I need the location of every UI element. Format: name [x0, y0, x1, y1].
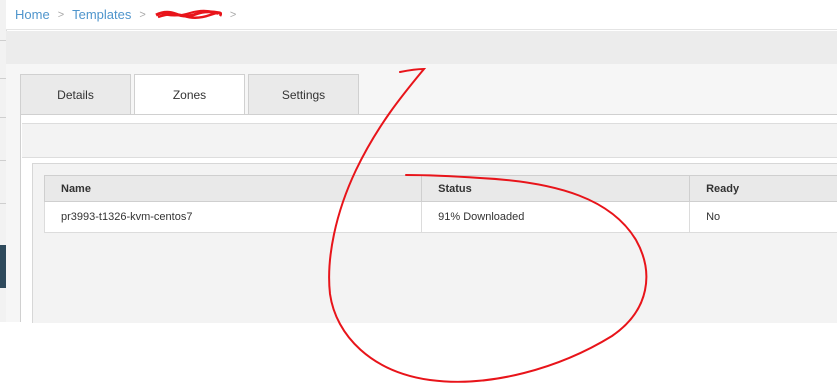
table-header-row: Name Status Ready	[43, 175, 837, 202]
table-row[interactable]: pr3993-t1326-kvm-centos7 91% Downloaded …	[43, 201, 837, 233]
breadcrumb-separator: >	[57, 8, 65, 21]
cell-zone-name: pr3993-t1326-kvm-centos7	[43, 201, 423, 233]
toolbar	[6, 31, 837, 65]
zones-table: Name Status Ready pr3993-t1326-kvm-cento…	[43, 175, 837, 233]
breadcrumb-current-redacted	[154, 7, 222, 23]
tab-panel-zones: Name Status Ready pr3993-t1326-kvm-cento…	[20, 114, 837, 323]
breadcrumb-templates[interactable]: Templates	[72, 7, 131, 22]
page: Home > Templates > > Details Zones Setti…	[0, 0, 837, 385]
cell-status: 91% Downloaded	[421, 201, 691, 233]
breadcrumb: Home > Templates > >	[6, 0, 837, 30]
redaction-scribble	[155, 10, 222, 20]
breadcrumb-separator: >	[229, 8, 237, 21]
tab-details[interactable]: Details	[20, 74, 131, 114]
tab-bar: Details Zones Settings	[20, 74, 362, 115]
cell-ready: No	[689, 201, 837, 233]
column-header-ready[interactable]: Ready	[689, 175, 837, 202]
tab-zones[interactable]: Zones	[134, 74, 245, 115]
breadcrumb-home[interactable]: Home	[15, 7, 50, 22]
breadcrumb-separator: >	[139, 8, 146, 21]
panel-toolbar	[22, 123, 837, 158]
column-header-status[interactable]: Status	[421, 175, 691, 202]
column-header-name[interactable]: Name	[43, 175, 423, 202]
tab-settings[interactable]: Settings	[248, 74, 359, 114]
zones-grid-container: Name Status Ready pr3993-t1326-kvm-cento…	[32, 163, 837, 323]
